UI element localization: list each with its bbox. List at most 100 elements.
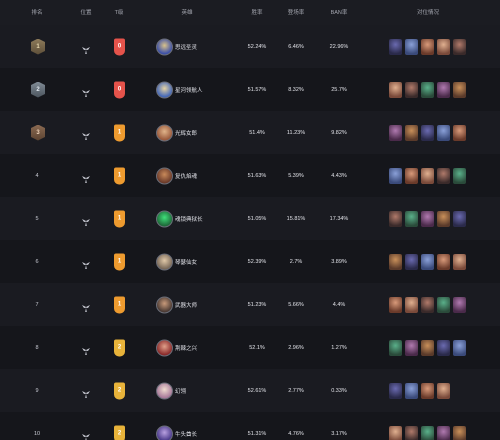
- table-row[interactable]: 3 1 光辉女郎 51.4% 11.23% 9.82%: [0, 111, 500, 154]
- ban-rate-value: 25.7%: [331, 86, 347, 93]
- header-win-rate[interactable]: 胜率: [251, 8, 262, 16]
- hero-portrait[interactable]: [156, 425, 173, 440]
- counter-hero-portrait[interactable]: [389, 167, 402, 184]
- counter-hero-portrait[interactable]: [389, 124, 402, 141]
- pick-rate-value: 2.77%: [288, 387, 304, 394]
- hero-portrait[interactable]: [156, 38, 173, 55]
- hero-name[interactable]: 荆棘之兴: [175, 344, 197, 352]
- counter-hero-portrait[interactable]: [389, 210, 402, 227]
- header-counters: 对位情况: [416, 10, 440, 16]
- table-row[interactable]: 7 1 武器大师 51.23% 5.66% 4.4%: [0, 283, 500, 326]
- counter-hero-portrait[interactable]: [405, 167, 418, 184]
- hero-portrait[interactable]: [156, 296, 173, 313]
- hero-portrait[interactable]: [156, 253, 173, 270]
- counter-hero-portrait[interactable]: [453, 253, 466, 270]
- header-ban-rate[interactable]: BAN率: [331, 8, 348, 16]
- counter-hero-portrait[interactable]: [405, 296, 418, 313]
- tier-badge: 1: [114, 124, 125, 141]
- hero-name[interactable]: 复仇焰魂: [175, 172, 197, 180]
- header-pick-rate[interactable]: 登场率: [288, 8, 305, 16]
- counter-hero-portrait[interactable]: [405, 81, 418, 98]
- counter-hero-portrait[interactable]: [389, 339, 402, 356]
- counter-hero-portrait[interactable]: [453, 124, 466, 141]
- table-row[interactable]: 10 2 牛头酋长 51.31% 4.76% 3.17%: [0, 412, 500, 440]
- counter-hero-portrait[interactable]: [389, 38, 402, 55]
- pick-rate-value: 4.76%: [288, 430, 304, 437]
- hero-name[interactable]: 幻翎: [175, 387, 186, 395]
- hero-portrait[interactable]: [156, 382, 173, 399]
- tier-badge: 1: [114, 253, 125, 270]
- counter-hero-portrait[interactable]: [421, 124, 434, 141]
- hero-name[interactable]: 武器大师: [175, 301, 197, 309]
- counter-hero-portrait[interactable]: [389, 253, 402, 270]
- counter-hero-portrait[interactable]: [389, 425, 402, 440]
- hero-name[interactable]: 光辉女郎: [175, 129, 197, 137]
- hero-name[interactable]: 魂锁典狱长: [175, 215, 203, 223]
- counter-hero-portrait[interactable]: [405, 210, 418, 227]
- table-row[interactable]: 9 2 幻翎 52.61% 2.77% 0.33%: [0, 369, 500, 412]
- counter-hero-portrait[interactable]: [437, 167, 450, 184]
- table-row[interactable]: 6 1 琴瑟仙女 52.39% 2.7% 3.89%: [0, 240, 500, 283]
- counter-hero-portrait[interactable]: [453, 167, 466, 184]
- counter-hero-portrait[interactable]: [437, 210, 450, 227]
- table-row[interactable]: 2 0 星河领航人 51.57% 8.32% 25.7%: [0, 68, 500, 111]
- hero-name[interactable]: 思远圣灵: [175, 43, 197, 51]
- counter-hero-portrait[interactable]: [405, 382, 418, 399]
- counter-hero-portrait[interactable]: [453, 81, 466, 98]
- table-row[interactable]: 1 0 思远圣灵 52.24% 6.46% 22.96%: [0, 25, 500, 68]
- table-row[interactable]: 5 1 魂锁典狱长 51.05% 15.81% 17.34%: [0, 197, 500, 240]
- hero-portrait[interactable]: [156, 210, 173, 227]
- counter-hero-portrait[interactable]: [437, 124, 450, 141]
- counter-hero-portrait[interactable]: [421, 382, 434, 399]
- hero-name[interactable]: 星河领航人: [175, 86, 203, 94]
- counter-hero-portrait[interactable]: [437, 339, 450, 356]
- counter-hero-portrait[interactable]: [405, 124, 418, 141]
- hero-portrait[interactable]: [156, 81, 173, 98]
- counter-hero-portrait[interactable]: [437, 253, 450, 270]
- counter-hero-portrait[interactable]: [421, 425, 434, 440]
- ban-rate-value: 22.96%: [329, 43, 349, 50]
- hero-portrait[interactable]: [156, 167, 173, 184]
- counter-hero-portrait[interactable]: [437, 382, 450, 399]
- win-rate-value: 52.24%: [247, 43, 267, 50]
- counter-hero-portrait[interactable]: [421, 339, 434, 356]
- support-role-icon: [81, 300, 91, 312]
- tier-badge: 1: [114, 296, 125, 313]
- counter-hero-portrait[interactable]: [405, 425, 418, 440]
- counter-hero-portrait[interactable]: [453, 339, 466, 356]
- hero-portrait[interactable]: [156, 339, 173, 356]
- counter-hero-portrait[interactable]: [389, 81, 402, 98]
- counter-hero-portrait[interactable]: [421, 210, 434, 227]
- counter-hero-portrait[interactable]: [453, 425, 466, 440]
- hero-name[interactable]: 牛头酋长: [175, 430, 197, 438]
- counter-hero-portrait[interactable]: [421, 167, 434, 184]
- counter-hero-portrait[interactable]: [437, 296, 450, 313]
- counter-hero-portrait[interactable]: [437, 81, 450, 98]
- table-row[interactable]: 4 1 复仇焰魂 51.63% 5.39% 4.43%: [0, 154, 500, 197]
- counter-hero-portrait[interactable]: [453, 38, 466, 55]
- counter-hero-portrait[interactable]: [389, 382, 402, 399]
- hero-name[interactable]: 琴瑟仙女: [175, 258, 197, 266]
- win-rate-value: 51.31%: [247, 430, 267, 437]
- counter-hero-portrait[interactable]: [437, 425, 450, 440]
- pick-rate-value: 2.96%: [288, 344, 304, 351]
- counter-hero-portrait[interactable]: [421, 38, 434, 55]
- win-rate-value: 51.63%: [247, 172, 267, 179]
- counter-hero-portrait[interactable]: [453, 296, 466, 313]
- counter-hero-portrait[interactable]: [437, 38, 450, 55]
- counter-hero-portrait[interactable]: [405, 339, 418, 356]
- rank-medal-icon: 2: [31, 81, 45, 98]
- counter-hero-portrait[interactable]: [389, 296, 402, 313]
- counter-hero-portrait[interactable]: [453, 210, 466, 227]
- counter-hero-portrait[interactable]: [421, 81, 434, 98]
- counter-heroes: [389, 38, 466, 55]
- hero-portrait[interactable]: [156, 124, 173, 141]
- ban-rate-value: 17.34%: [329, 215, 349, 222]
- counter-hero-portrait[interactable]: [405, 38, 418, 55]
- support-role-icon: [81, 85, 91, 97]
- counter-hero-portrait[interactable]: [421, 296, 434, 313]
- table-header: 排名 位置 T级 英雄 胜率 登场率 BAN率 对位情况: [0, 0, 500, 25]
- counter-hero-portrait[interactable]: [405, 253, 418, 270]
- counter-hero-portrait[interactable]: [421, 253, 434, 270]
- table-row[interactable]: 8 2 荆棘之兴 52.1% 2.96% 1.27%: [0, 326, 500, 369]
